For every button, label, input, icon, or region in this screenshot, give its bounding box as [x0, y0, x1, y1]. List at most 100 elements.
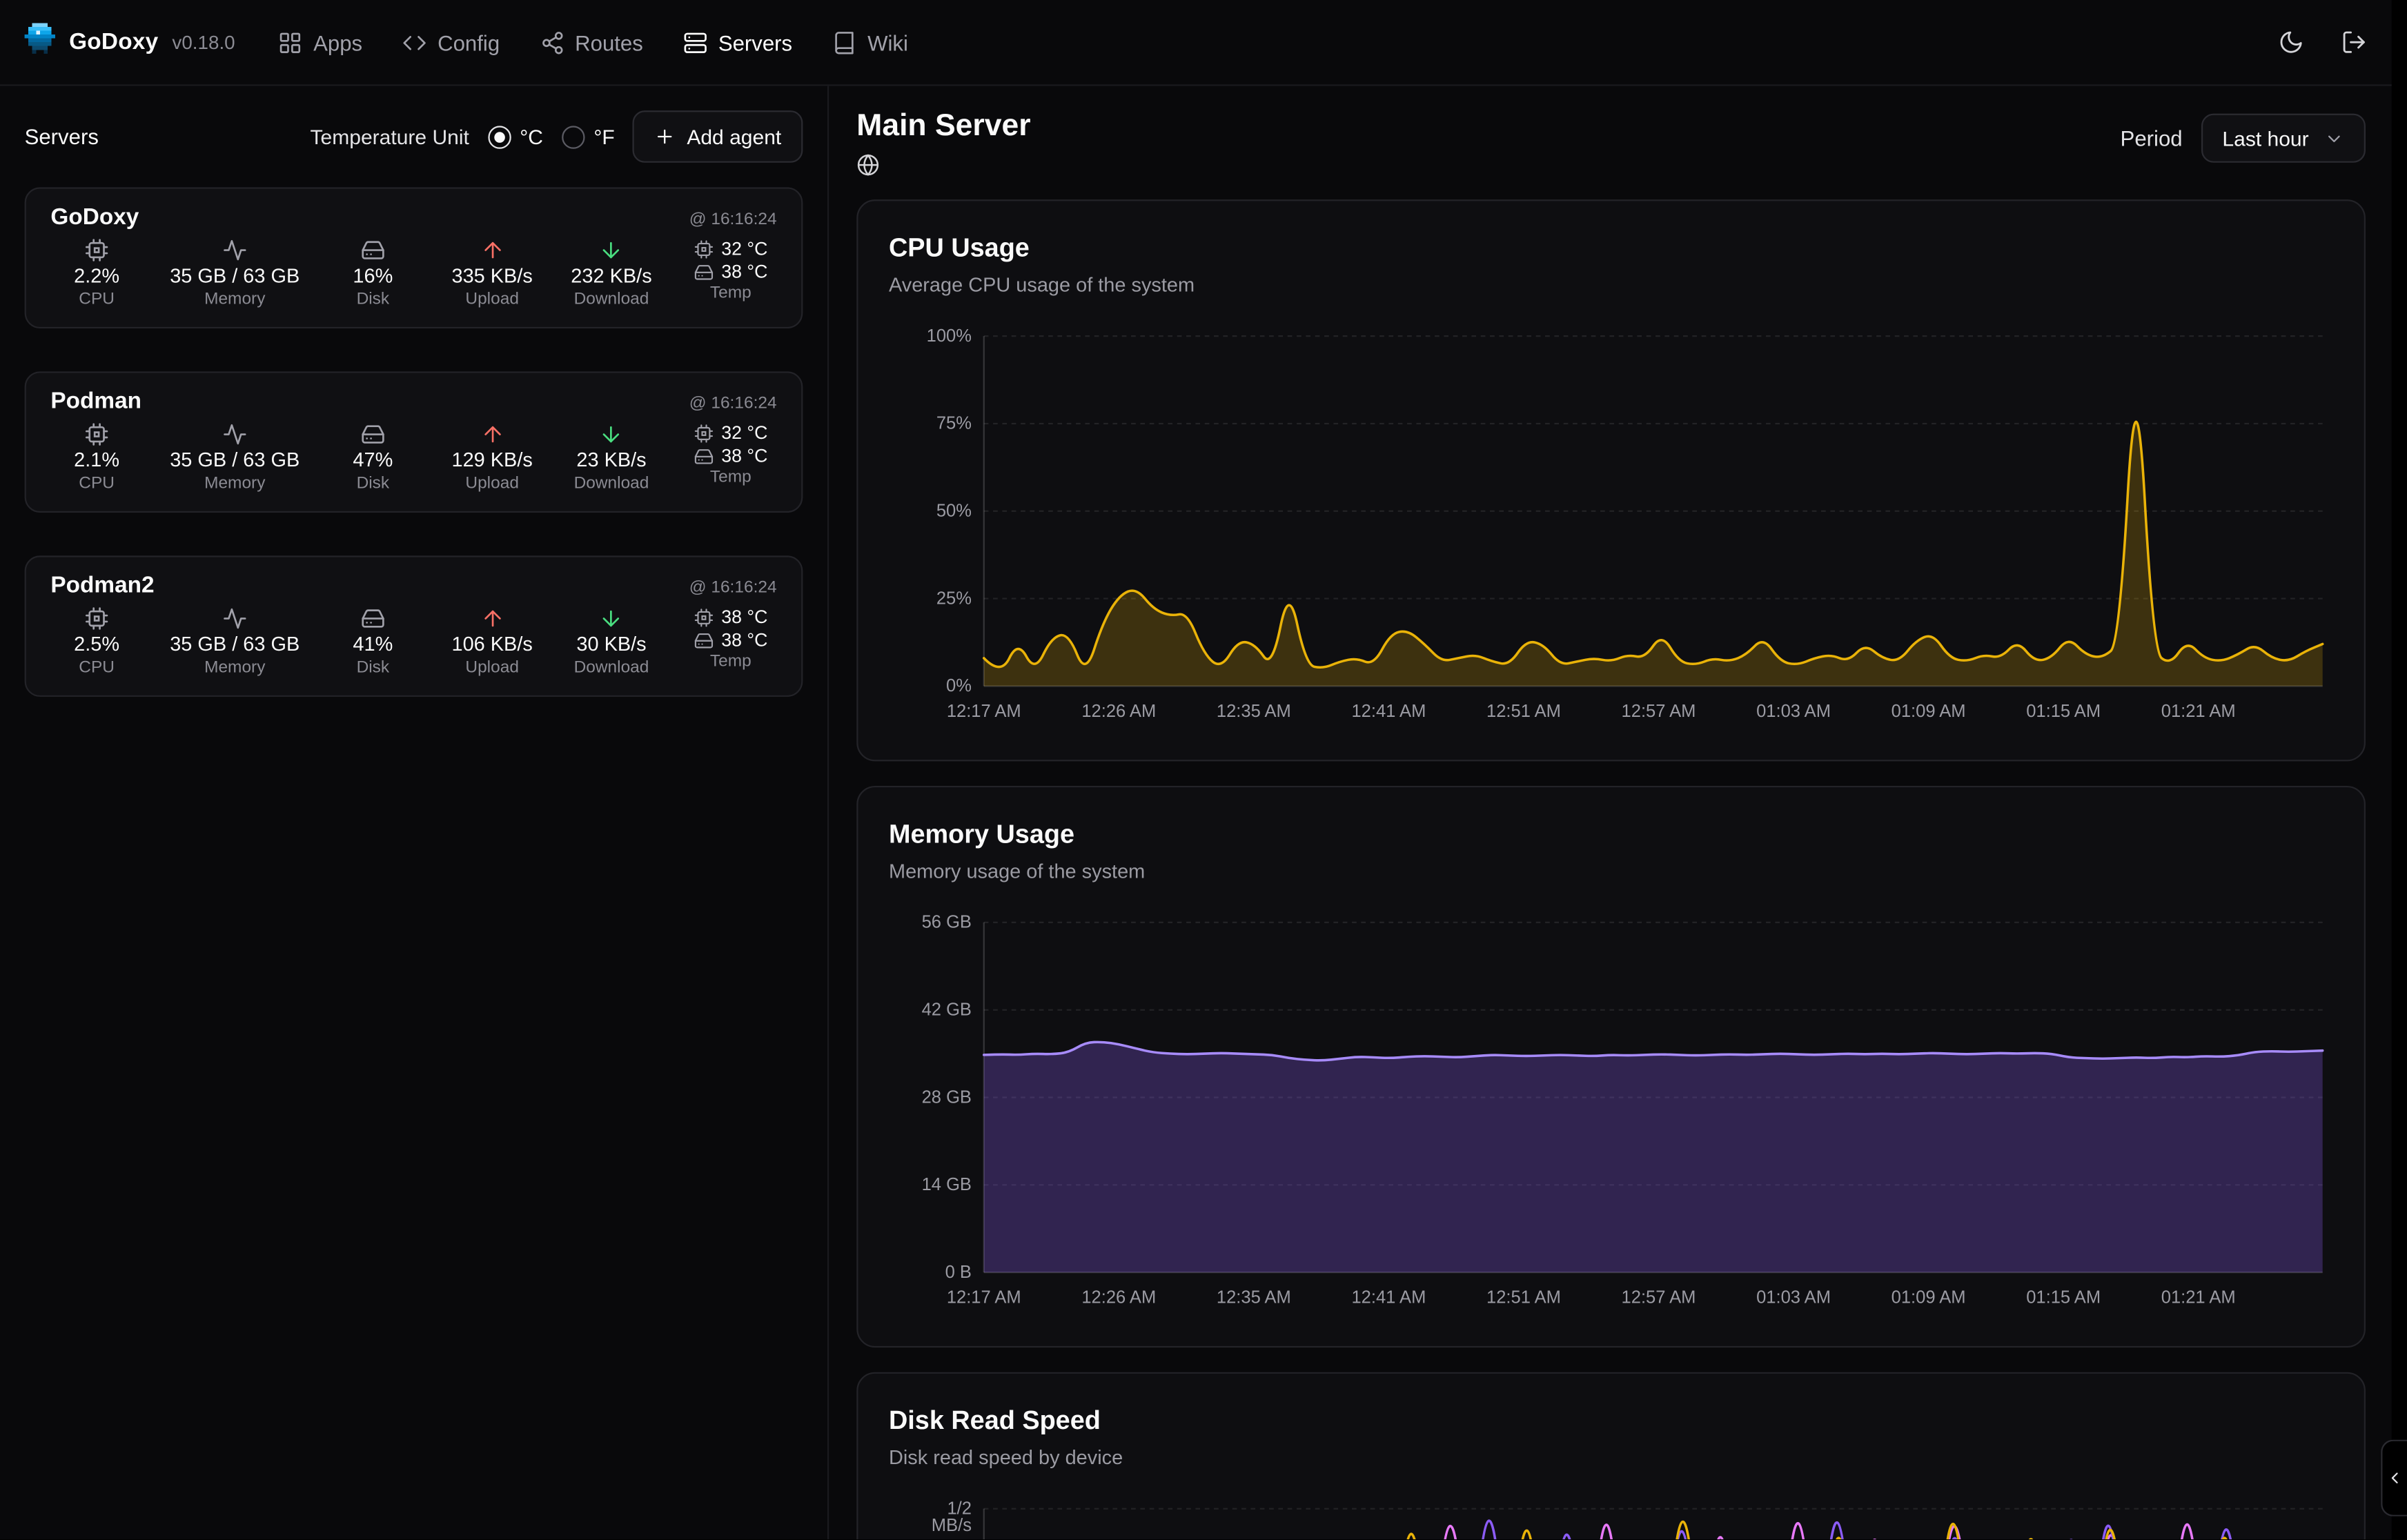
- upload-value: 129 KB/s: [451, 450, 532, 471]
- memory-label: Memory: [204, 290, 265, 308]
- svg-text:12:26 AM: 12:26 AM: [1081, 1288, 1156, 1307]
- servers-sidebar: Servers Temperature Unit °C °F: [0, 86, 829, 1540]
- radio-unchecked-icon: [562, 125, 584, 148]
- disk-temp-value: 38 °C: [721, 445, 767, 466]
- metric-upload: 106 KB/s Upload: [446, 606, 538, 677]
- logout-button[interactable]: [2341, 29, 2367, 55]
- svg-text:0 B: 0 B: [945, 1263, 972, 1282]
- hard-drive-icon: [361, 422, 386, 447]
- cpu-value: 2.2%: [74, 266, 119, 287]
- arrow-up-icon: [480, 422, 504, 447]
- main-nav: Apps Config Routes Servers Wiki: [278, 30, 2235, 55]
- upload-label: Upload: [465, 658, 519, 677]
- svg-text:12:35 AM: 12:35 AM: [1217, 702, 1291, 721]
- temp-label: Temp: [710, 468, 751, 486]
- routes-icon: [540, 30, 564, 55]
- chart-plot: 56 GB42 GB28 GB14 GB0 B12:17 AM12:26 AM1…: [889, 904, 2333, 1315]
- disk-value: 41%: [353, 634, 393, 655]
- cpu-icon: [694, 423, 714, 443]
- server-card[interactable]: Podman @ 16:16:24 2.1% CPU 35 GB / 63 GB…: [25, 371, 803, 513]
- panel-collapse-handle[interactable]: [2381, 1440, 2407, 1517]
- metric-disk: 41% Disk: [327, 606, 419, 677]
- server-name: Podman: [50, 388, 141, 416]
- disk-temp-row: 38 °C: [694, 261, 767, 282]
- activity-icon: [222, 422, 247, 447]
- navbar-actions: [2278, 29, 2367, 55]
- svg-text:01:21 AM: 01:21 AM: [2161, 702, 2236, 721]
- metric-download: 23 KB/s Download: [565, 422, 657, 493]
- nav-item-servers[interactable]: Servers: [683, 30, 792, 55]
- server-card-header: Podman2 @ 16:16:24: [50, 573, 776, 600]
- cpu-temp-row: 32 °C: [694, 422, 767, 444]
- svg-text:01:03 AM: 01:03 AM: [1756, 1288, 1831, 1307]
- svg-text:50%: 50%: [936, 502, 972, 521]
- svg-text:01:09 AM: 01:09 AM: [1892, 702, 1966, 721]
- metric-download: 232 KB/s Download: [565, 238, 657, 308]
- server-card[interactable]: Podman2 @ 16:16:24 2.5% CPU 35 GB / 63 G…: [25, 555, 803, 697]
- chart-subtitle: Disk read speed by device: [889, 1444, 2333, 1472]
- hard-drive-icon: [694, 446, 714, 466]
- sidebar-controls: Temperature Unit °C °F Add agent: [311, 110, 803, 163]
- metric-cpu: 2.2% CPU: [50, 238, 142, 308]
- activity-icon: [222, 606, 247, 631]
- cpu-temp-row: 32 °C: [694, 238, 767, 259]
- disk-temp-row: 38 °C: [694, 445, 767, 466]
- page-title: Main Server: [856, 108, 1030, 144]
- add-agent-button[interactable]: Add agent: [633, 110, 803, 163]
- svg-text:28 GB: 28 GB: [922, 1087, 972, 1107]
- cpu-temp-row: 38 °C: [694, 606, 767, 628]
- cpu-icon: [694, 239, 714, 259]
- period-label: Period: [2121, 126, 2183, 150]
- code-icon: [402, 30, 427, 55]
- download-value: 30 KB/s: [576, 634, 646, 655]
- servers-icon: [683, 30, 708, 55]
- temp-label: Temp: [710, 284, 751, 303]
- radio-checked-icon: [488, 125, 511, 148]
- cpu-value: 2.5%: [74, 634, 119, 655]
- metric-cpu: 2.1% CPU: [50, 422, 142, 493]
- metric-memory: 35 GB / 63 GB Memory: [170, 238, 299, 308]
- sidebar-title: Servers: [25, 124, 99, 149]
- sidebar-header: Servers Temperature Unit °C °F: [25, 86, 803, 188]
- svg-text:12:35 AM: 12:35 AM: [1217, 1288, 1291, 1307]
- arrow-down-icon: [599, 238, 624, 263]
- upload-label: Upload: [465, 474, 519, 493]
- wiki-book-icon: [832, 30, 857, 55]
- nav-item-label: Routes: [575, 30, 643, 55]
- svg-text:12:51 AM: 12:51 AM: [1486, 1288, 1561, 1307]
- cpu-icon: [84, 238, 109, 263]
- svg-text:01:21 AM: 01:21 AM: [2161, 1288, 2236, 1307]
- nav-item-apps[interactable]: Apps: [278, 30, 362, 55]
- nav-item-routes[interactable]: Routes: [540, 30, 643, 55]
- app-root: GoDoxy v0.18.0 Apps Config Routes Servers Wi…: [0, 0, 2407, 1539]
- nav-item-config[interactable]: Config: [402, 30, 500, 55]
- server-card[interactable]: GoDoxy @ 16:16:24 2.2% CPU 35 GB / 63 GB…: [25, 187, 803, 328]
- logout-icon: [2341, 29, 2367, 55]
- period-value: Last hour: [2222, 127, 2308, 150]
- brand-version: v0.18.0: [172, 32, 235, 53]
- chevron-down-icon: [2324, 128, 2344, 148]
- metric-temp: 32 °C 38 °C Temp: [685, 422, 776, 493]
- brand-name: GoDoxy: [69, 29, 158, 55]
- theme-toggle-button[interactable]: [2278, 29, 2304, 55]
- chart-plot: 1/2MB/s: [889, 1490, 2333, 1539]
- nav-item-wiki[interactable]: Wiki: [832, 30, 908, 55]
- period-select[interactable]: Last hour: [2201, 114, 2366, 163]
- server-list: GoDoxy @ 16:16:24 2.2% CPU 35 GB / 63 GB…: [25, 187, 803, 697]
- arrow-up-icon: [480, 238, 504, 263]
- svg-text:100%: 100%: [927, 326, 972, 346]
- server-metrics: 2.1% CPU 35 GB / 63 GB Memory 47% Disk 1…: [50, 422, 776, 493]
- download-label: Download: [574, 290, 649, 308]
- cpu-temp-value: 32 °C: [721, 422, 767, 444]
- nav-item-label: Wiki: [867, 30, 908, 55]
- nav-item-label: Servers: [718, 30, 792, 55]
- server-name: GoDoxy: [50, 204, 139, 232]
- server-metrics: 2.5% CPU 35 GB / 63 GB Memory 41% Disk 1…: [50, 606, 776, 677]
- server-card-header: GoDoxy @ 16:16:24: [50, 204, 776, 232]
- cpu-label: CPU: [79, 474, 115, 493]
- svg-text:12:57 AM: 12:57 AM: [1622, 1288, 1696, 1307]
- temp-unit-celsius-radio[interactable]: °C: [488, 125, 543, 148]
- memory-value: 35 GB / 63 GB: [170, 266, 299, 287]
- memory-label: Memory: [204, 474, 265, 493]
- temp-unit-fahrenheit-radio[interactable]: °F: [562, 125, 615, 148]
